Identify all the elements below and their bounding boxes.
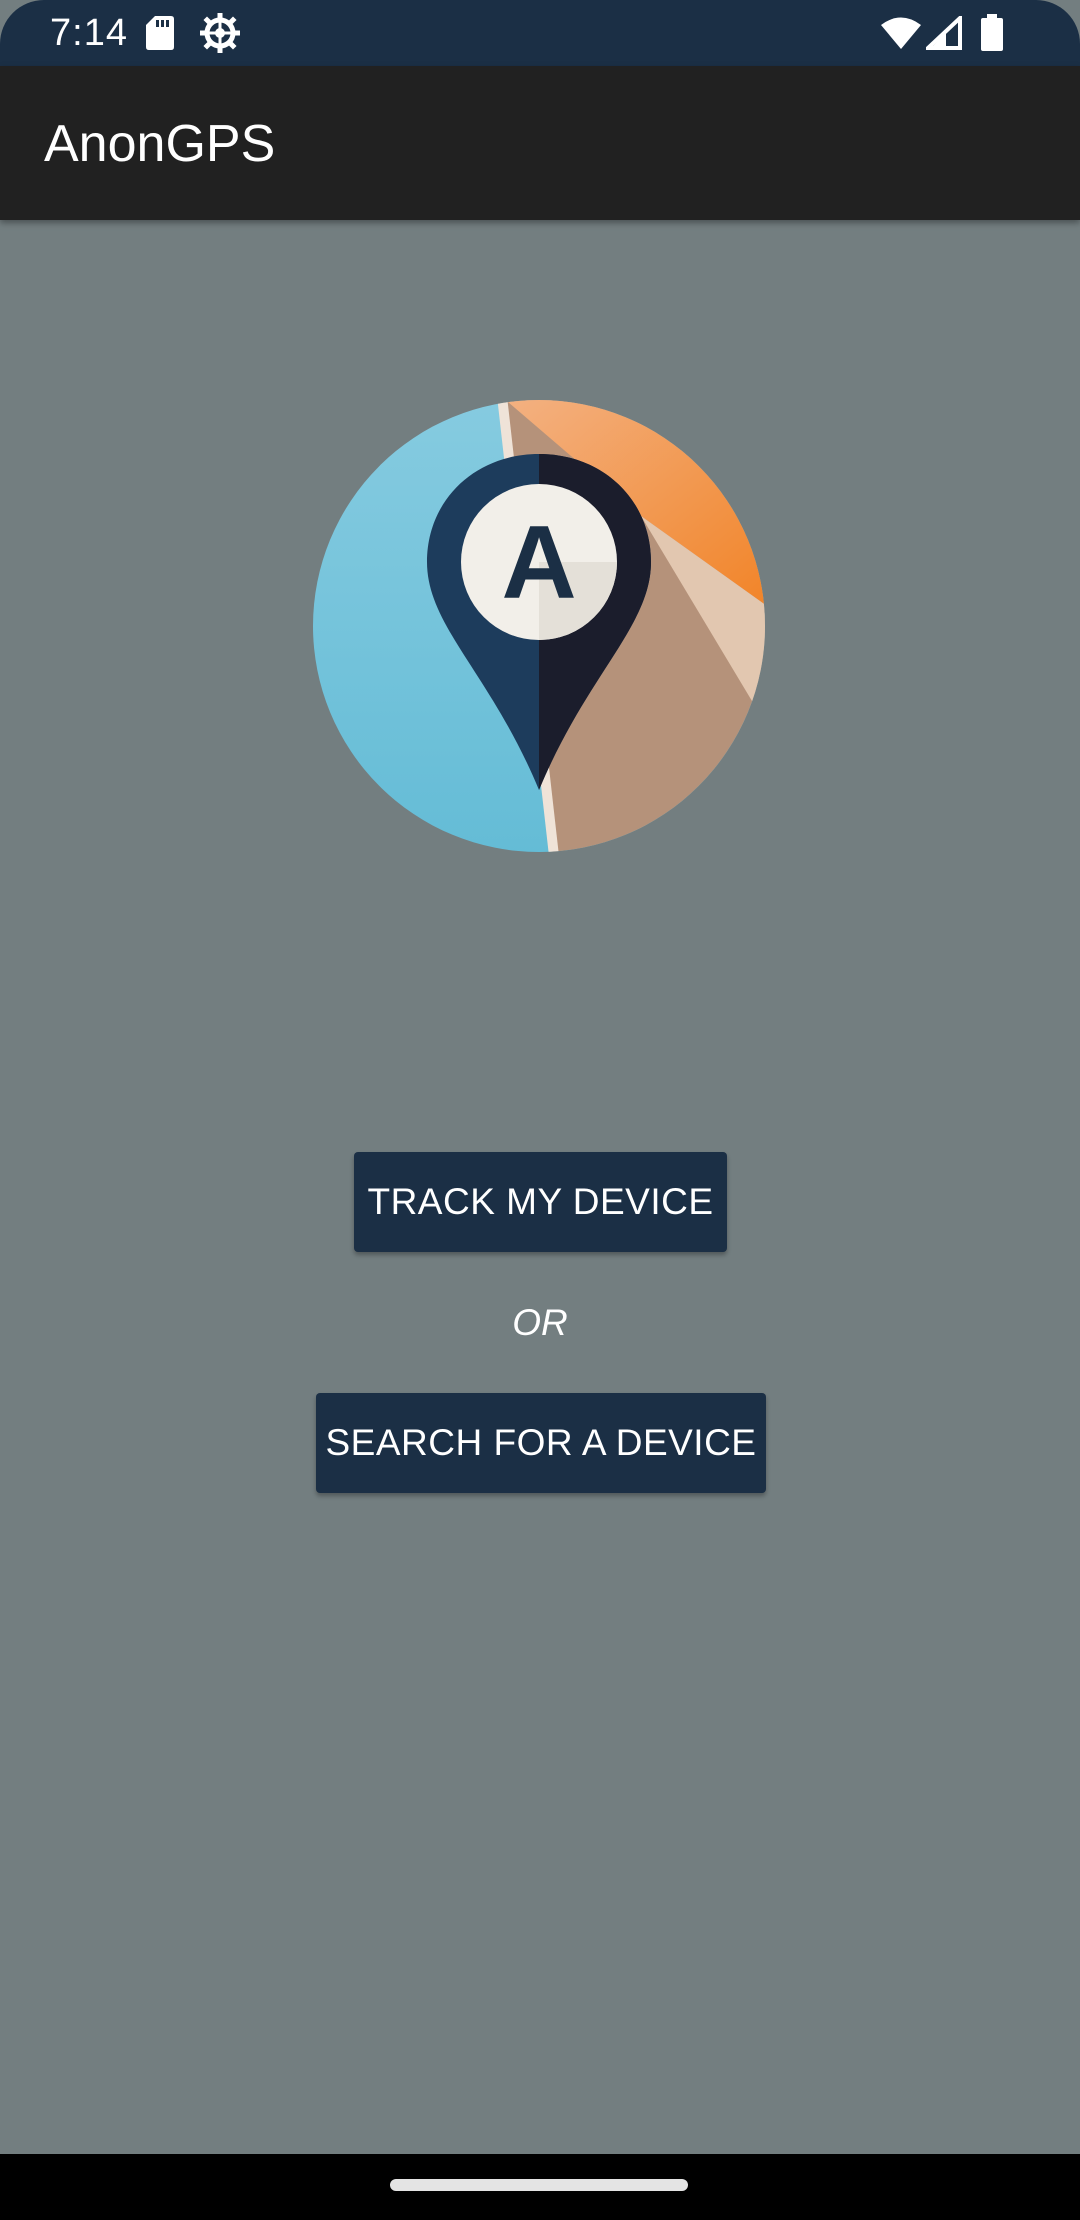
or-label: OR <box>512 1302 568 1343</box>
home-gesture-handle[interactable] <box>390 2179 688 2191</box>
wifi-icon <box>881 17 921 49</box>
signal-icon <box>926 16 962 50</box>
sd-card-icon <box>146 16 174 50</box>
app-bar: AnonGPS <box>0 66 1080 220</box>
app-logo: A <box>313 400 765 852</box>
battery-icon <box>981 14 1003 51</box>
app-title: AnonGPS <box>44 115 276 173</box>
track-my-device-button[interactable]: TRACK MY DEVICE <box>354 1152 727 1252</box>
status-bar: 7:14 <box>0 0 1080 66</box>
logo-letter: A <box>501 505 576 621</box>
status-time: 7:14 <box>50 12 128 54</box>
gear-icon <box>200 13 240 53</box>
search-for-a-device-button[interactable]: SEARCH FOR A DEVICE <box>316 1393 766 1493</box>
